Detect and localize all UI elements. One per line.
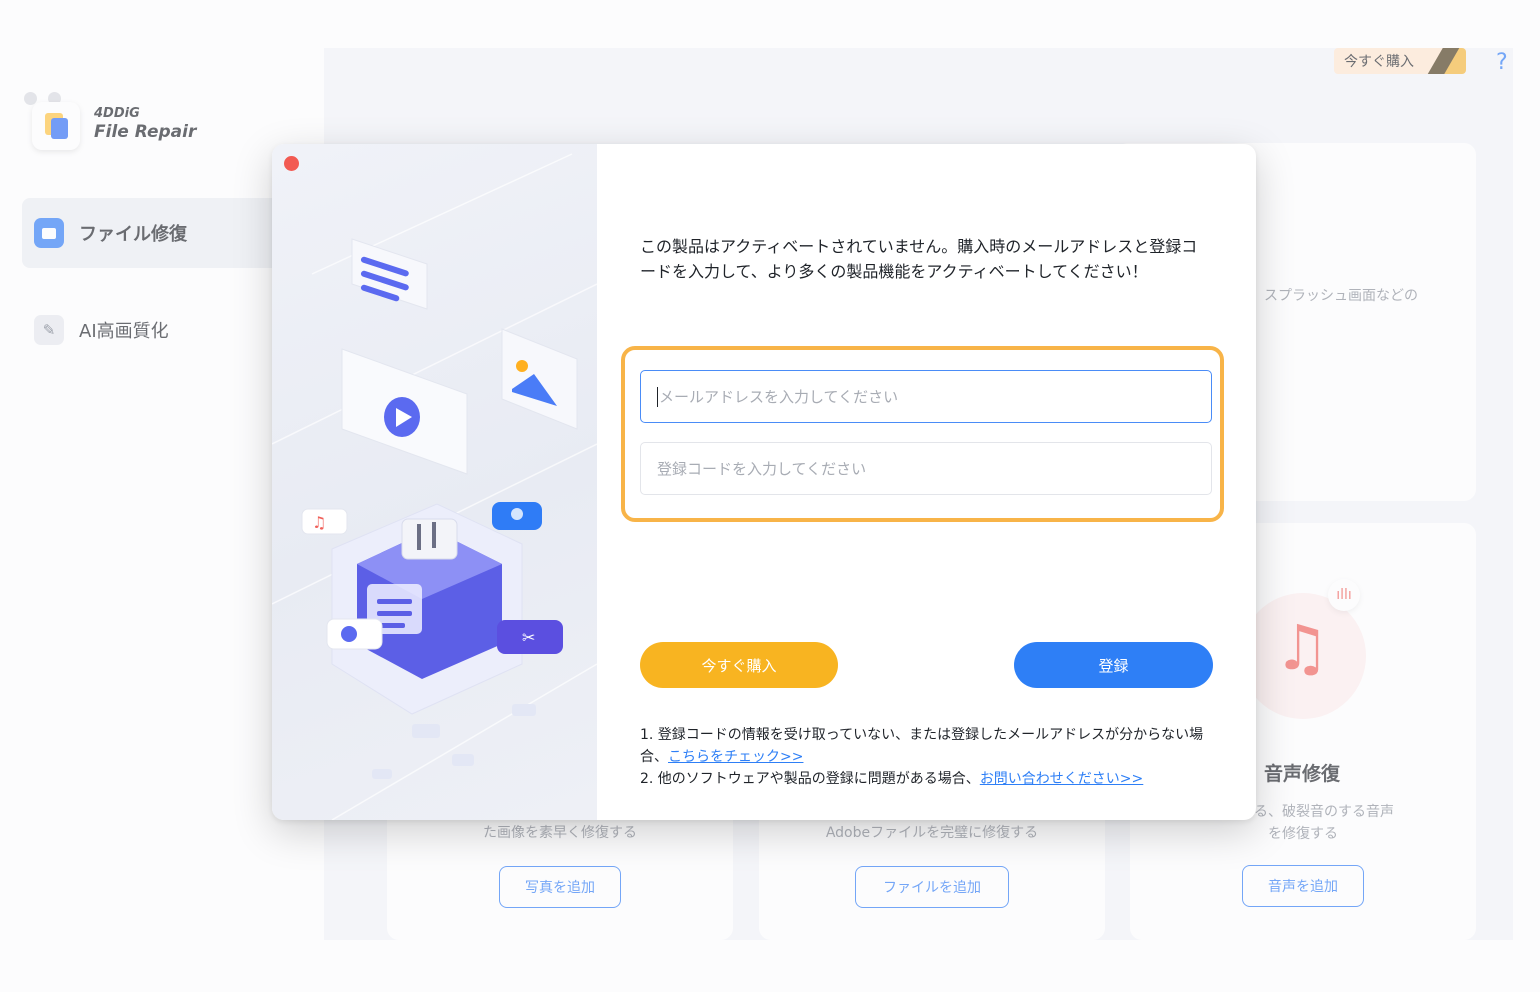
- svg-text:♫: ♫: [312, 513, 326, 532]
- help-notes: 1. 登録コードの情報を受け取っていない、または登録したメールアドレスが分からな…: [640, 724, 1220, 790]
- activation-message: この製品はアクティベートされていません。購入時のメールアドレスと登録コードを入力…: [640, 237, 1198, 281]
- contact-us-link[interactable]: お問い合わせください>>: [980, 771, 1143, 787]
- text-caret: [657, 386, 658, 407]
- registration-code-placeholder: 登録コードを入力してください: [657, 460, 867, 478]
- check-here-link[interactable]: こちらをチェック>>: [668, 749, 803, 765]
- note-2: 2. 他のソフトウェアや製品の登録に問題がある場合、お問い合わせください>>: [640, 768, 1220, 790]
- file-repair-illustration: ✂ ♫: [272, 153, 597, 820]
- note-1: 1. 登録コードの情報を受け取っていない、または登録したメールアドレスが分からな…: [640, 724, 1220, 768]
- svg-text:✂: ✂: [522, 628, 535, 647]
- email-field[interactable]: メールアドレスを入力してください: [640, 370, 1212, 423]
- registration-code-field[interactable]: 登録コードを入力してください: [640, 442, 1212, 495]
- email-field-placeholder: メールアドレスを入力してください: [659, 388, 899, 406]
- register-button[interactable]: 登録: [1014, 642, 1213, 688]
- close-icon[interactable]: [284, 156, 299, 171]
- activation-dialog: ✂ ♫ この製品はアクティベートされていません。購入時のメールアドレスと登録コー…: [272, 144, 1256, 820]
- buy-now-button[interactable]: 今すぐ購入: [640, 642, 838, 688]
- note-2-text: 2. 他のソフトウェアや製品の登録に問題がある場合、: [640, 771, 980, 787]
- dialog-illustration: ✂ ♫: [272, 144, 597, 820]
